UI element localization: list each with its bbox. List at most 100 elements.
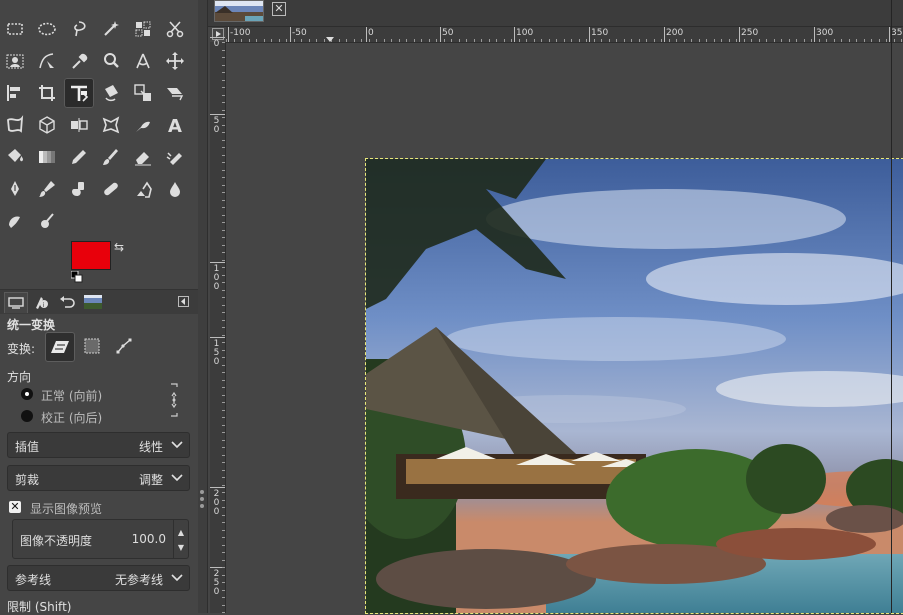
chevron-down-icon[interactable]: ▼ (174, 543, 188, 552)
ruler-minor-tick (222, 327, 225, 328)
tab-tool-options[interactable] (4, 292, 28, 313)
ellipse-select-tool-button[interactable] (32, 14, 62, 44)
transform-selection-icon (84, 338, 100, 354)
ruler-minor-tick (901, 39, 902, 42)
splitter-grip[interactable] (200, 490, 204, 511)
clone-tool-button[interactable] (64, 174, 94, 204)
close-tab-icon[interactable]: ✕ (272, 2, 286, 16)
zoom-tool-button[interactable] (96, 46, 126, 76)
mypaint-brush-icon (39, 181, 55, 197)
ruler-minor-tick (309, 39, 310, 42)
heal-icon (104, 182, 118, 196)
rotate-tool-button[interactable] (96, 78, 126, 108)
ruler-minor-tick (451, 39, 452, 42)
default-colors-icon[interactable] (71, 271, 83, 283)
horizontal-ruler[interactable]: -100 -50 0 50 100 150 200 250 300 35 (226, 27, 903, 43)
perspective-clone-tool-button[interactable] (128, 174, 158, 204)
direction-toggle-icon[interactable] (168, 382, 180, 418)
chevron-up-icon[interactable]: ▲ (174, 528, 188, 537)
airbrush-icon (166, 152, 182, 165)
ink-tool-button[interactable] (0, 174, 30, 204)
transform-path-button[interactable] (110, 332, 138, 360)
ruler-tick (814, 27, 815, 42)
blur-tool-button[interactable] (160, 174, 190, 204)
direction-corrective-label: 校正 (向后) (41, 411, 103, 425)
opacity-stepper[interactable]: ▲ ▼ (173, 520, 188, 558)
foreground-select-tool-button[interactable] (0, 46, 30, 76)
ruler-label: 35 (891, 28, 903, 38)
warp-transform-tool-button[interactable] (0, 110, 30, 140)
ruler-minor-tick (264, 39, 265, 42)
text-tool-button[interactable]: A (160, 110, 190, 140)
direction-normal-radio[interactable] (21, 388, 33, 400)
scale-tool-button[interactable] (128, 78, 158, 108)
canvas-area[interactable] (226, 43, 903, 614)
transform-selection-button[interactable] (78, 332, 106, 360)
tab-undo-history[interactable] (56, 292, 78, 312)
bucket-fill-tool-button[interactable] (0, 142, 30, 172)
fuzzy-select-tool-button[interactable] (96, 14, 126, 44)
transform-layer-button[interactable] (45, 332, 75, 362)
paths-icon (39, 53, 54, 69)
airbrush-tool-button[interactable] (160, 142, 190, 172)
select-by-color-tool-button[interactable] (128, 14, 158, 44)
gradient-tool-button[interactable] (32, 142, 62, 172)
pencil-tool-button[interactable] (64, 142, 94, 172)
free-select-icon (74, 21, 86, 37)
ruler-minor-tick (811, 39, 812, 42)
scissors-select-tool-button[interactable] (160, 14, 190, 44)
cage-transform-tool-button[interactable] (96, 110, 126, 140)
paths-tool-button[interactable] (32, 46, 62, 76)
tab-device-status[interactable]: i (30, 292, 52, 312)
shear-tool-button[interactable] (160, 78, 190, 108)
ruler-minor-tick (871, 39, 872, 42)
ruler-minor-tick (222, 530, 225, 531)
ruler-minor-tick (222, 477, 225, 478)
crop-tool-button[interactable] (32, 78, 62, 108)
configure-tab-icon[interactable] (178, 296, 189, 307)
color-picker-tool-button[interactable] (64, 46, 94, 76)
smudge-tool-button[interactable] (0, 206, 30, 236)
interpolation-combo[interactable]: 插值 线性 (7, 432, 190, 458)
direction-corrective-radio[interactable] (21, 410, 33, 422)
rect-select-tool-button[interactable] (0, 14, 30, 44)
ruler-minor-tick (222, 335, 225, 336)
free-select-tool-button[interactable] (64, 14, 94, 44)
ruler-minor-tick (222, 537, 225, 538)
show-preview-checkbox[interactable]: ✕ (9, 501, 21, 513)
smudge-warp-tool-button[interactable] (128, 110, 158, 140)
image-opacity-spinscale[interactable]: 图像不透明度 100.0 ▲ ▼ (12, 519, 189, 559)
guides-combo[interactable]: 参考线 无参考线 (7, 565, 190, 591)
heal-tool-button[interactable] (96, 174, 126, 204)
flip-tool-button[interactable] (64, 110, 94, 140)
clipping-combo[interactable]: 剪裁 调整 (7, 465, 190, 491)
dodge-burn-tool-button[interactable] (32, 206, 62, 236)
move-tool-button[interactable] (160, 46, 190, 76)
measure-tool-button[interactable] (128, 46, 158, 76)
ruler-label: 300 (816, 28, 834, 38)
ruler-minor-tick (222, 560, 225, 561)
image-tab-thumbnail[interactable] (214, 0, 264, 22)
vertical-ruler[interactable]: 0 5 0 1 0 0 1 5 0 2 0 0 2 5 0 (210, 37, 226, 613)
ruler-minor-tick (271, 39, 272, 42)
device-status-icon: i (36, 297, 48, 309)
ruler-tick (210, 37, 225, 38)
chevron-down-icon (171, 474, 183, 482)
align-tool-button[interactable] (0, 78, 30, 108)
mypaint-brush-tool-button[interactable] (32, 174, 62, 204)
ruler-minor-tick (444, 39, 445, 42)
ruler-minor-tick (579, 39, 580, 42)
tab-images[interactable] (82, 292, 104, 312)
swap-colors-icon[interactable]: ⇆ (114, 240, 124, 254)
3d-transform-tool-button[interactable] (32, 110, 62, 140)
ruler-minor-tick (222, 125, 225, 126)
paintbrush-tool-button[interactable] (96, 142, 126, 172)
ruler-minor-tick (222, 575, 225, 576)
ruler-minor-tick (222, 425, 225, 426)
canvas-image[interactable] (365, 158, 903, 614)
ruler-label: 5 0 (213, 116, 220, 135)
eraser-tool-button[interactable] (128, 142, 158, 172)
unified-transform-tool-button[interactable] (64, 78, 94, 108)
rect-select-icon (7, 23, 23, 35)
foreground-color-swatch[interactable] (71, 241, 111, 270)
